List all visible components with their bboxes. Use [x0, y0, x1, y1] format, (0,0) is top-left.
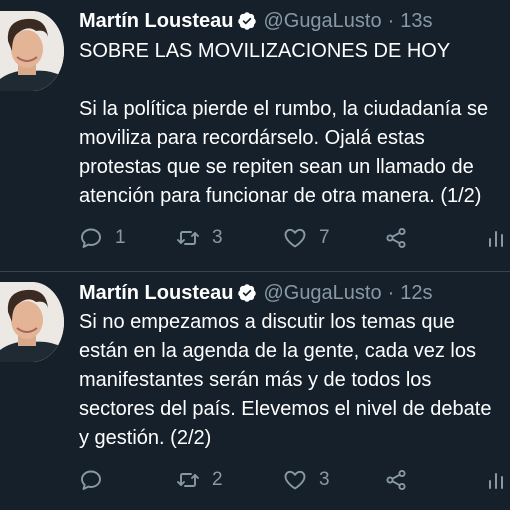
timestamp[interactable]: 12s: [400, 280, 432, 306]
share-button[interactable]: [384, 466, 408, 494]
retweet-icon: [177, 473, 199, 487]
tweet-actions: 2 3: [79, 466, 510, 494]
retweet-count: 2: [212, 469, 223, 490]
share-button[interactable]: [384, 224, 408, 252]
tweet-text: Si no empezamos a discutir los temas que…: [79, 311, 492, 449]
avatar[interactable]: [0, 11, 64, 91]
analytics-button[interactable]: [484, 466, 508, 494]
author-handle[interactable]: @GugaLusto: [263, 8, 381, 34]
retweet-count: 3: [212, 227, 223, 248]
like-button[interactable]: 7: [283, 224, 330, 252]
avatar-photo: [0, 11, 64, 91]
verified-badge-icon: [238, 12, 257, 30]
reply-icon: [81, 470, 101, 490]
tweet-text: SOBRE LAS MOVILIZACIONES DE HOY Si la po…: [79, 40, 489, 207]
avatar-photo: [0, 282, 64, 362]
retweet-icon: [177, 231, 199, 245]
like-count: 3: [319, 469, 330, 490]
share-icon: [386, 227, 406, 249]
reply-button[interactable]: [79, 466, 115, 494]
heart-icon: [284, 470, 306, 490]
separator-dot: ·: [387, 282, 395, 304]
separator-dot: ·: [387, 10, 395, 32]
reply-count: 1: [115, 227, 126, 248]
like-button[interactable]: 3: [283, 466, 330, 494]
author-name[interactable]: Martín Lousteau: [79, 280, 233, 306]
tweet-actions: 1 3 7: [79, 224, 510, 252]
tweet-header: Martín Lousteau @GugaLusto · 13s: [79, 8, 433, 34]
reply-icon: [81, 228, 101, 248]
verified-badge-icon: [238, 284, 257, 302]
reply-button[interactable]: 1: [79, 224, 126, 252]
retweet-button[interactable]: 2: [176, 466, 223, 494]
analytics-button[interactable]: [484, 224, 508, 252]
heart-icon: [284, 228, 306, 248]
tweet[interactable]: Martín Lousteau @GugaLusto · 12s Si no e…: [0, 272, 510, 510]
tweet[interactable]: Martín Lousteau @GugaLusto · 13s SOBRE L…: [0, 0, 510, 272]
analytics-icon: [489, 473, 503, 489]
analytics-icon: [489, 231, 503, 247]
share-icon: [386, 469, 406, 491]
retweet-button[interactable]: 3: [176, 224, 223, 252]
tweet-header: Martín Lousteau @GugaLusto · 12s: [79, 280, 433, 306]
like-count: 7: [319, 227, 330, 248]
avatar[interactable]: [0, 282, 64, 362]
timestamp[interactable]: 13s: [400, 8, 432, 34]
author-handle[interactable]: @GugaLusto: [263, 280, 381, 306]
author-name[interactable]: Martín Lousteau: [79, 8, 233, 34]
